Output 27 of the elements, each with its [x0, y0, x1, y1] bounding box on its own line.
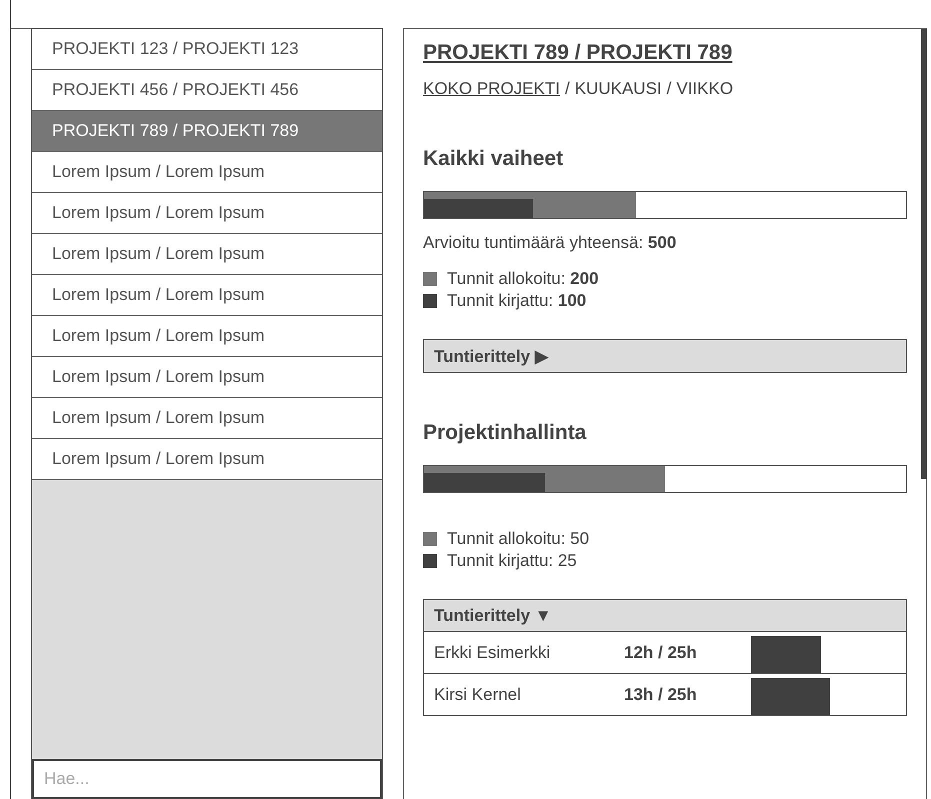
- view-link[interactable]: VIIKKO: [676, 79, 734, 99]
- total-hours: Arvioitu tuntimäärä yhteensä: 500: [423, 233, 678, 253]
- section-title: Projektinhallinta: [423, 421, 588, 445]
- project-list-item[interactable]: PROJEKTI 789 / PROJEKTI 789: [32, 111, 382, 152]
- legend-swatch-icon: [423, 272, 437, 286]
- hours-value: 13h / 25h: [624, 684, 698, 704]
- legend-label: Tunnit kirjattu: 100: [447, 291, 586, 311]
- view-link[interactable]: KOKO PROJEKTI: [423, 79, 560, 99]
- legend-swatch-icon: [423, 532, 437, 546]
- legend-label: Tunnit allokoitu: 50: [447, 529, 590, 549]
- person-name: Kirsi Kernel: [433, 684, 522, 704]
- legend-label: Tunnit kirjattu: 25: [447, 551, 577, 571]
- hours-value: 12h / 25h: [624, 642, 698, 662]
- project-title[interactable]: PROJEKTI 789 / PROJEKTI 789: [423, 41, 732, 65]
- legend-swatch-icon: [423, 554, 437, 568]
- view-link[interactable]: KUUKAUSI: [574, 79, 662, 99]
- scrollbar[interactable]: [921, 29, 927, 479]
- separator: /: [666, 79, 672, 99]
- person-name: Erkki Esimerkki: [433, 642, 552, 662]
- separator: /: [564, 79, 570, 99]
- legend-label: Tunnit allokoitu: 200: [447, 269, 599, 289]
- hours-bar: [751, 636, 821, 673]
- legend-swatch-icon: [423, 294, 437, 308]
- section-title: Kaikki vaiheet: [423, 147, 564, 171]
- breakdown-toggle[interactable]: Tuntierittely ▼: [424, 600, 906, 632]
- search-field[interactable]: Hae...: [32, 759, 382, 799]
- breakdown-toggle[interactable]: Tuntierittely ▶: [424, 340, 906, 372]
